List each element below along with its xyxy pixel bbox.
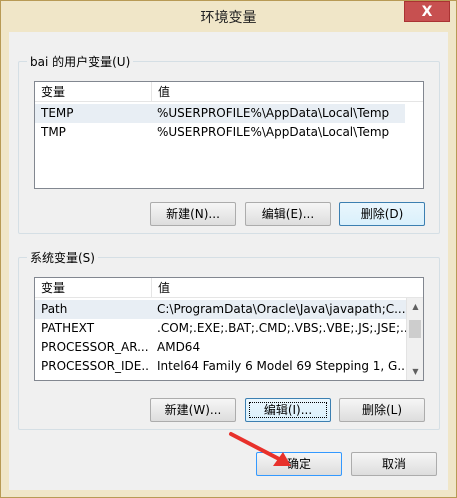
system-delete-label: 删除(L) (361, 403, 403, 417)
variable-value: %USERPROFILE%\AppData\Local\Temp (157, 106, 390, 120)
user-new-label: 新建(N)... (166, 207, 220, 221)
user-variables-list[interactable]: 变量 值 TEMP %USERPROFILE%\AppData\Local\Te… (34, 81, 424, 189)
variable-value: C:\ProgramData\Oracle\Java\javapath;C... (157, 302, 406, 316)
variable-name: TEMP (41, 106, 74, 120)
user-edit-button[interactable]: 编辑(E)... (245, 202, 331, 226)
close-icon: X (421, 4, 433, 20)
close-button[interactable]: X (404, 1, 450, 22)
dialog-client-area: bai 的用户变量(U) 变量 值 TEMP %USERPROFILE%\App… (9, 32, 448, 490)
cancel-label: 取消 (381, 457, 406, 471)
variable-value: %USERPROFILE%\AppData\Local\Temp (157, 125, 390, 139)
column-header-variable[interactable]: 变量 (35, 278, 152, 298)
user-edit-label: 编辑(E)... (261, 207, 315, 221)
ok-button[interactable]: 确定 (256, 452, 342, 476)
system-edit-button[interactable]: 编辑(I)... (245, 398, 331, 422)
variable-name: PATHEXT (41, 321, 95, 335)
column-header-value[interactable]: 值 (152, 278, 423, 298)
system-variables-list[interactable]: 变量 值 Path C:\ProgramData\Oracle\Java\jav… (34, 277, 424, 381)
variable-value: .COM;.EXE;.BAT;.CMD;.VBS;.VBE;.JS;.JSE;.… (157, 321, 412, 335)
table-row[interactable]: PATHEXT .COM;.EXE;.BAT;.CMD;.VBS;.VBE;.J… (35, 319, 411, 338)
table-row[interactable]: PROCESSOR_IDE... Intel64 Family 6 Model … (35, 357, 409, 376)
user-variables-legend: bai 的用户变量(U) (27, 53, 134, 70)
environment-variables-dialog: 环境变量 X bai 的用户变量(U) 变量 值 TEMP %USERPROFI… (0, 0, 457, 498)
variable-name: PROCESSOR_AR... (41, 340, 149, 354)
system-variables-header: 变量 值 (35, 278, 423, 298)
system-new-label: 新建(W)... (164, 403, 222, 417)
variable-name: PROCESSOR_IDE... (41, 359, 149, 373)
user-delete-button[interactable]: 删除(D) (339, 202, 425, 226)
system-new-button[interactable]: 新建(W)... (150, 398, 236, 422)
column-header-variable[interactable]: 变量 (35, 82, 152, 102)
table-row[interactable]: TMP %USERPROFILE%\AppData\Local\Temp (35, 123, 405, 142)
system-edit-label: 编辑(I)... (263, 403, 313, 417)
scroll-down-icon[interactable]: ▼ (407, 363, 423, 380)
scrollbar-thumb[interactable] (409, 320, 421, 338)
variable-name: Path (41, 302, 68, 316)
table-row[interactable]: Path C:\ProgramData\Oracle\Java\javapath… (35, 300, 407, 319)
scroll-up-icon[interactable]: ▲ (407, 298, 423, 315)
system-delete-button[interactable]: 删除(L) (339, 398, 425, 422)
variable-value: AMD64 (157, 340, 201, 354)
variable-value: Intel64 Family 6 Model 69 Stepping 1, G.… (157, 359, 409, 373)
ok-label: 确定 (286, 457, 311, 471)
system-variables-legend: 系统变量(S) (27, 249, 98, 266)
user-variables-header: 变量 值 (35, 82, 423, 102)
table-row[interactable]: PROCESSOR_AR... AMD64 (35, 338, 407, 357)
window-title: 环境变量 (200, 10, 257, 26)
title-bar[interactable]: 环境变量 X (1, 1, 456, 32)
table-row[interactable]: TEMP %USERPROFILE%\AppData\Local\Temp (35, 104, 405, 123)
variable-name: TMP (41, 125, 66, 139)
user-new-button[interactable]: 新建(N)... (150, 202, 236, 226)
user-delete-label: 删除(D) (360, 207, 404, 221)
column-header-value[interactable]: 值 (152, 82, 423, 102)
cancel-button[interactable]: 取消 (351, 452, 437, 476)
system-variables-scrollbar[interactable]: ▲ ▼ (406, 298, 423, 380)
